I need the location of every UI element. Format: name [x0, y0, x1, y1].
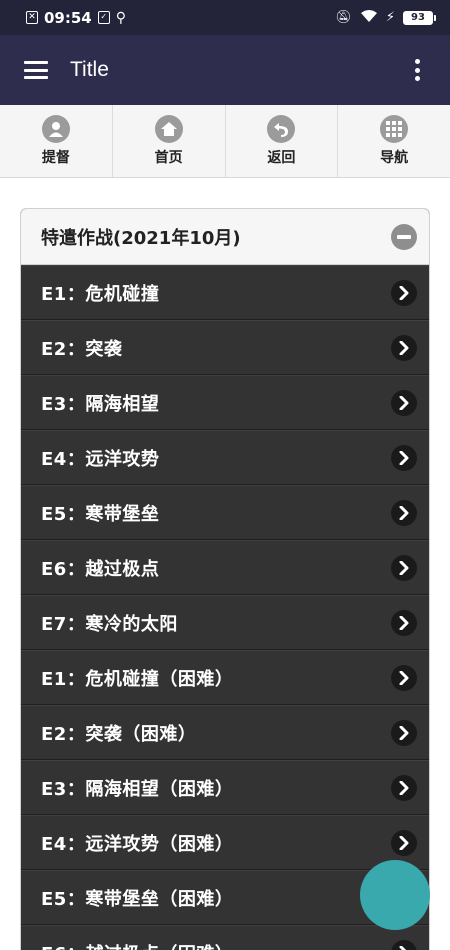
list-item-label: E3：隔海相望（困难）: [41, 778, 234, 800]
list-item-label: E6：越过极点（困难）: [41, 940, 233, 950]
list-item-label: E1：危机碰撞（困难）: [41, 668, 234, 690]
list-item[interactable]: E4：远洋攻势: [21, 430, 429, 485]
back-icon: [267, 115, 296, 143]
chevron-right-icon: [391, 389, 417, 416]
list-item[interactable]: E3：隔海相望（困难）: [21, 760, 429, 815]
list-item-label: E3：隔海相望: [41, 393, 160, 415]
toolbar-label: 提督: [41, 150, 70, 166]
list-item-label: E2：突袭（困难）: [41, 723, 197, 745]
toolbar-label: 首页: [154, 150, 183, 166]
list-item-label: E2：突袭: [41, 338, 123, 360]
toolbar-label: 返回: [267, 150, 296, 166]
list-item[interactable]: E6：越过极点（困难）: [21, 925, 429, 950]
wifi-icon: [360, 9, 378, 27]
panel-title: 特遣作战(2021年10月): [41, 227, 241, 249]
charging-icon: ⚡: [385, 10, 395, 25]
grid-icon: [380, 115, 409, 143]
event-panel: 特遣作战(2021年10月) E1：危机碰撞 E2：突袭 E3：隔海相望 E4：远洋攻…: [20, 208, 430, 950]
list-item[interactable]: E6：越过极点: [21, 540, 429, 595]
chevron-right-icon: [391, 664, 417, 691]
chevron-right-icon: [391, 774, 417, 801]
chevron-right-icon: [391, 719, 417, 746]
home-icon: [154, 115, 183, 143]
list-item[interactable]: E4：远洋攻势（困难）: [21, 815, 429, 870]
battery-level: 93: [403, 10, 433, 25]
battery-icon: 93: [403, 10, 436, 25]
chevron-right-icon: [391, 829, 417, 856]
nav-toolbar: 提督 首页 返回 导航: [0, 105, 450, 178]
list-item-label: E4：远洋攻势（困难）: [41, 833, 234, 855]
toolbar-label: 导航: [380, 150, 409, 166]
page-title: Title: [70, 58, 109, 81]
chevron-right-icon: [391, 609, 417, 636]
list-item[interactable]: E2：突袭（困难）: [21, 705, 429, 760]
list-item-label: E6：越过极点: [41, 558, 160, 580]
list-item-label: E5：寒带堡垒: [41, 503, 160, 525]
list-item-label: E4：远洋攻势: [41, 448, 160, 470]
list-item-label: E7：寒冷的太阳: [41, 613, 178, 635]
status-left: ✕ 09:54 ✓ ⚲: [26, 9, 126, 27]
list-item[interactable]: E1：危机碰撞: [21, 265, 429, 320]
floating-action-button[interactable]: [360, 860, 430, 930]
list-item[interactable]: E3：隔海相望: [21, 375, 429, 430]
chevron-right-icon: [391, 499, 417, 526]
stage-list: E1：危机碰撞 E2：突袭 E3：隔海相望 E4：远洋攻势 E5：寒带堡垒 E6：越过极点…: [21, 265, 429, 950]
list-item[interactable]: E2：突袭: [21, 320, 429, 375]
user-icon: [41, 115, 70, 143]
chevron-right-icon: [391, 334, 417, 361]
chevron-right-icon: [391, 554, 417, 581]
chevron-right-icon: [391, 279, 417, 306]
more-vert-icon[interactable]: [414, 59, 420, 81]
toolbar-home-button[interactable]: 首页: [113, 105, 226, 177]
status-time: 09:54: [44, 8, 92, 27]
list-item-label: E5：寒带堡垒（困难）: [41, 888, 234, 910]
panel-header[interactable]: 特遣作战(2021年10月): [21, 209, 429, 265]
toolbar-back-button[interactable]: 返回: [226, 105, 339, 177]
hamburger-menu-icon[interactable]: [24, 61, 48, 79]
app-notification-icon: ✓: [97, 11, 110, 24]
collapse-icon[interactable]: [391, 223, 417, 250]
list-item[interactable]: E5：寒带堡垒: [21, 485, 429, 540]
chevron-right-icon: [391, 444, 417, 471]
toolbar-admiral-button[interactable]: 提督: [0, 105, 113, 177]
status-bar: ✕ 09:54 ✓ ⚲ 🔕︎ ⚡ 93: [0, 0, 450, 35]
list-item-label: E1：危机碰撞: [41, 283, 160, 305]
list-item[interactable]: E1：危机碰撞（困难）: [21, 650, 429, 705]
toolbar-navigation-button[interactable]: 导航: [338, 105, 450, 177]
close-notification-icon: ✕: [26, 11, 38, 24]
status-right: 🔕︎ ⚡ 93: [335, 9, 436, 27]
app-bar: Title: [0, 35, 450, 105]
list-item[interactable]: E7：寒冷的太阳: [21, 595, 429, 650]
chevron-right-icon: [391, 939, 417, 950]
usb-icon: ⚲: [115, 9, 127, 26]
mute-icon: 🔕︎: [335, 10, 352, 25]
